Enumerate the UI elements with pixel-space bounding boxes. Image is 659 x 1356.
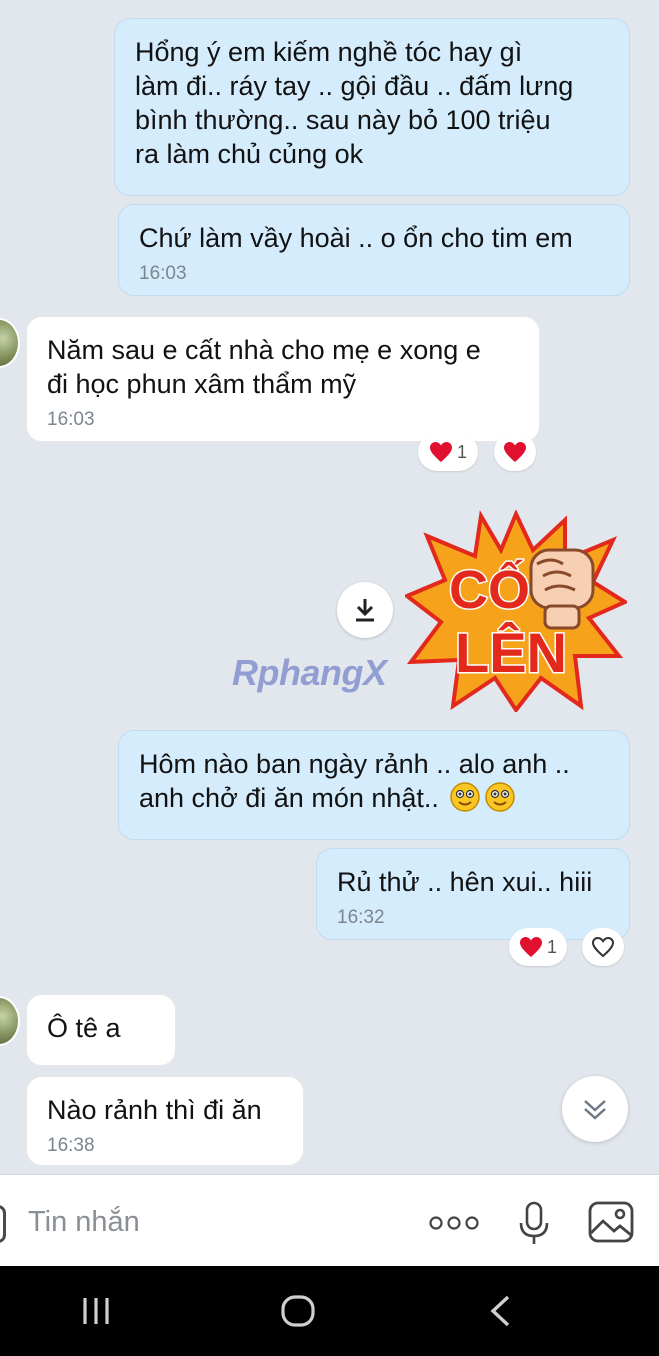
smile-emoji-icon <box>449 781 481 821</box>
message-text: Rủ thử .. hên xui.. hiii <box>337 867 593 897</box>
microphone-icon <box>519 1201 549 1244</box>
scroll-to-bottom-button[interactable] <box>562 1076 628 1142</box>
home-button[interactable] <box>276 1290 320 1332</box>
message-time: 16:03 <box>139 263 187 284</box>
download-icon <box>356 599 374 622</box>
reaction-summary[interactable]: 1 <box>509 928 567 966</box>
reaction-summary[interactable]: 1 <box>418 433 478 471</box>
more-dots-icon <box>429 1216 479 1230</box>
message-text: Năm sau e cất nhà cho mẹ e xong e đi học… <box>47 335 481 399</box>
message-bubble-incoming[interactable]: Nào rảnh thì đi ăn 16:38 <box>26 1076 304 1166</box>
gallery-button[interactable] <box>586 1199 636 1245</box>
back-button[interactable] <box>482 1292 518 1330</box>
message-bubble-outgoing[interactable]: Chứ làm vầy hoài .. o ổn cho tim em 16:0… <box>118 204 630 296</box>
image-icon <box>588 1201 634 1243</box>
message-text: Ô tê a <box>47 1013 121 1043</box>
contact-avatar[interactable] <box>0 318 20 368</box>
message-input[interactable] <box>26 1199 410 1245</box>
heart-icon <box>519 937 542 957</box>
message-bubble-incoming[interactable]: Năm sau e cất nhà cho mẹ e xong e đi học… <box>26 316 540 442</box>
emoji-button-icon[interactable] <box>0 1205 6 1243</box>
heart-icon <box>504 442 526 462</box>
message-text: Hổng ý em kiếm nghề tóc hay gì làm đi.. … <box>135 37 574 169</box>
system-navigation-bar <box>0 1266 659 1356</box>
message-time: 16:38 <box>47 1135 95 1156</box>
heart-icon <box>429 442 452 462</box>
message-text: Chứ làm vầy hoài .. o ổn cho tim em <box>139 223 573 253</box>
message-time: 16:32 <box>337 907 385 928</box>
reaction-count: 1 <box>546 936 557 957</box>
react-button[interactable] <box>582 928 624 966</box>
message-bubble-outgoing[interactable]: Hổng ý em kiếm nghề tóc hay gì làm đi.. … <box>114 18 630 196</box>
home-icon <box>281 1295 315 1327</box>
message-bubble-outgoing[interactable]: Rủ thử .. hên xui.. hiii 16:32 <box>316 848 630 940</box>
sticker-line2: LÊN <box>455 621 567 684</box>
react-button[interactable] <box>494 433 536 471</box>
chat-area: Hổng ý em kiếm nghề tóc hay gì làm đi.. … <box>0 0 659 1172</box>
message-text: Nào rảnh thì đi ăn <box>47 1095 262 1125</box>
message-bubble-incoming[interactable]: Ô tê a <box>26 994 176 1066</box>
message-input-bar <box>0 1174 659 1267</box>
voice-record-button[interactable] <box>514 1199 554 1249</box>
sticker-watermark: RphangX <box>232 652 387 693</box>
download-button[interactable] <box>337 582 393 638</box>
heart-outline-icon <box>591 936 615 958</box>
sticker-burst: CỐ LÊN <box>403 509 630 714</box>
recent-apps-icon <box>83 1298 109 1324</box>
more-options-button[interactable] <box>426 1205 482 1241</box>
recent-apps-button[interactable] <box>76 1292 116 1330</box>
contact-avatar[interactable] <box>0 996 20 1046</box>
sticker-image[interactable]: CỐ LÊN <box>403 509 630 714</box>
reaction-count: 1 <box>456 441 467 462</box>
message-time: 16:03 <box>47 409 95 430</box>
smile-emoji-icon <box>484 781 516 821</box>
back-chevron-icon <box>490 1295 510 1327</box>
sticker-line1: CỐ <box>449 560 530 620</box>
message-bubble-outgoing[interactable]: Hôm nào ban ngày rảnh .. alo anh .. anh … <box>118 730 630 840</box>
double-chevron-down-icon <box>584 1100 606 1120</box>
